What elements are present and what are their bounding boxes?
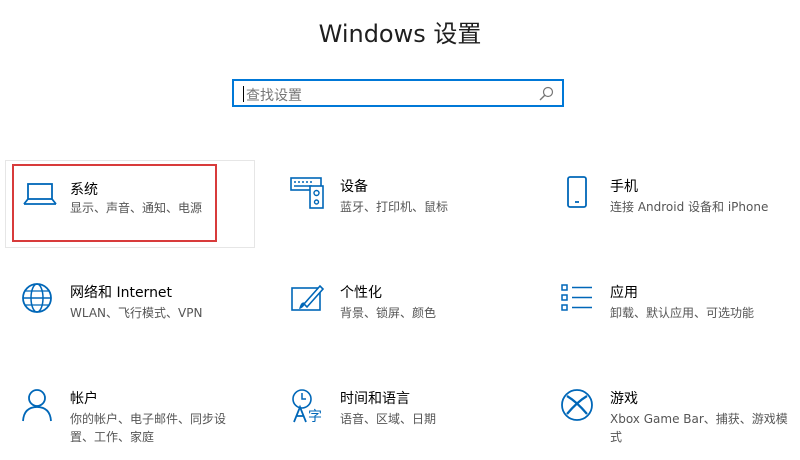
search-placeholder: 查找设置 <box>246 88 302 104</box>
tile-desc: 蓝牙、打印机、鼠标 <box>340 200 449 214</box>
tile-desc: 语音、区域、日期 <box>340 412 437 426</box>
tile-apps[interactable]: 应用 卸载、默认应用、可选功能 <box>550 266 795 354</box>
tile-name: 网络和 Internet <box>70 285 173 301</box>
globe-icon <box>22 283 52 313</box>
tile-name: 帐户 <box>70 391 98 407</box>
tile-devices[interactable]: 设备 蓝牙、打印机、鼠标 <box>280 160 525 248</box>
tile-desc: 你的帐户、电子邮件、同步设置、工作、家庭 <box>70 412 227 444</box>
tile-desc: 卸载、默认应用、可选功能 <box>610 306 755 320</box>
page-title: Windows 设置 <box>318 20 482 48</box>
tile-network[interactable]: 网络和 Internet WLAN、飞行模式、VPN <box>10 266 255 354</box>
time-language-icon: 字 <box>292 389 322 424</box>
tile-name: 个性化 <box>340 285 382 301</box>
phone-icon <box>567 176 587 208</box>
tile-accounts[interactable]: 帐户 你的帐户、电子邮件、同步设置、工作、家庭 <box>10 372 255 460</box>
tile-desc: WLAN、飞行模式、VPN <box>70 306 203 320</box>
apps-list-icon <box>561 284 592 311</box>
tile-desc: Xbox Game Bar、捕获、游戏模式 <box>610 412 788 444</box>
paint-brush-icon <box>291 284 325 311</box>
tile-desc: 连接 Android 设备和 iPhone <box>610 200 769 214</box>
tile-gaming[interactable]: 游戏 Xbox Game Bar、捕获、游戏模式 <box>550 372 795 460</box>
tile-personalization[interactable]: 个性化 背景、锁屏、颜色 <box>280 266 525 354</box>
tile-name: 应用 <box>610 285 638 301</box>
tile-time-language[interactable]: 字 时间和语言 语音、区域、日期 <box>280 372 525 460</box>
keyboard-speaker-icon <box>290 177 324 209</box>
tile-name: 手机 <box>610 179 638 195</box>
svg-text:字: 字 <box>308 409 322 424</box>
search-input[interactable]: 查找设置 <box>232 79 564 107</box>
person-icon <box>22 389 52 422</box>
tile-phone[interactable]: 手机 连接 Android 设备和 iPhone <box>550 160 795 248</box>
tile-name: 时间和语言 <box>340 391 410 407</box>
xbox-icon <box>561 389 593 421</box>
text-caret <box>243 86 244 102</box>
tile-desc: 背景、锁屏、颜色 <box>340 306 437 320</box>
tile-name: 设备 <box>340 179 368 195</box>
search-icon[interactable] <box>538 86 554 102</box>
selection-highlight <box>12 164 217 242</box>
tile-name: 游戏 <box>610 391 638 407</box>
